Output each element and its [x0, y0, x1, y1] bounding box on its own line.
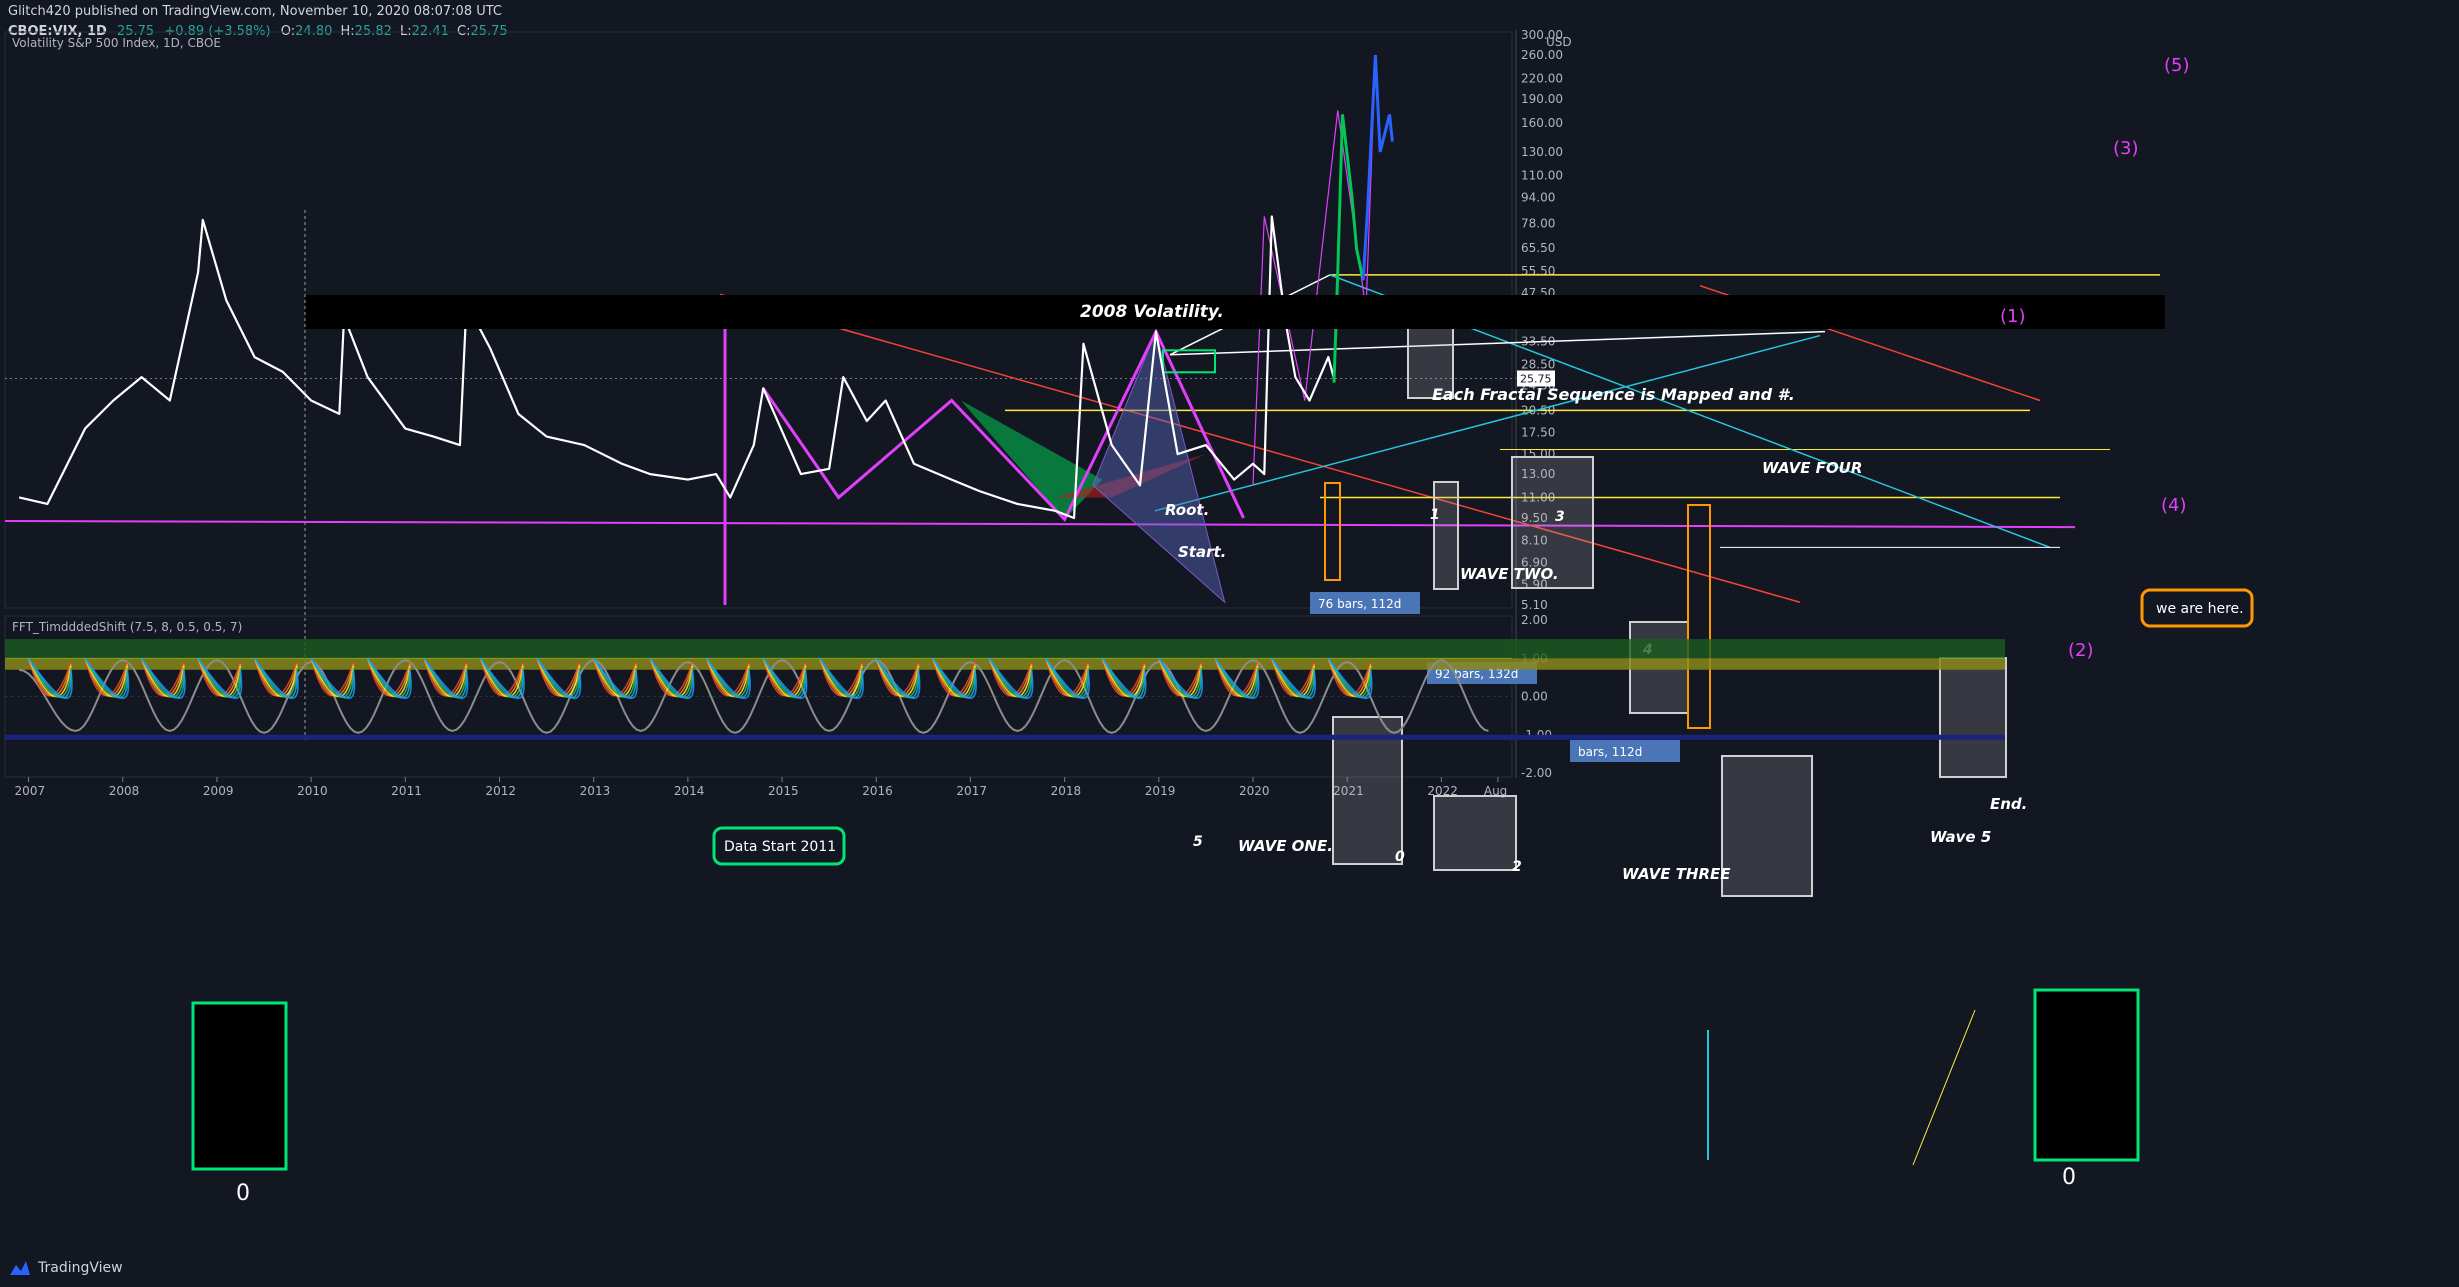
green-fractal-projection: [1332, 114, 1365, 383]
magenta-support-line: [4, 519, 2076, 529]
y-tick-label: 94.00: [1521, 190, 1555, 204]
x-tick-label: 2016: [862, 784, 893, 798]
y-tick-label: 55.50: [1521, 264, 1555, 278]
blue-fractal-projection: [1361, 54, 1394, 281]
num-1-label: 1: [1430, 507, 1440, 523]
num-0-label: 0: [1395, 849, 1405, 865]
volatility-2008-label: 2008 Volatility.: [1080, 302, 1224, 322]
x-tick-label: 2010: [297, 784, 328, 798]
wave-four-label: WAVE FOUR: [1762, 459, 1862, 477]
num-5-label: 5: [1193, 834, 1203, 850]
fractal-note: Each Fractal Sequence is Mapped and #.: [1432, 385, 1795, 404]
x-tick-label: 2020: [1239, 784, 1270, 798]
x-tick-label: 2014: [674, 784, 705, 798]
data-start-label: Data Start 2011: [724, 839, 836, 855]
volatility-2008-banner: [305, 295, 2165, 329]
osc-highlight-left: [191, 1001, 288, 1171]
y-tick-label: 28.50: [1521, 357, 1555, 371]
osc-zero-left: 0: [236, 1181, 250, 1206]
chart-canvas[interactable]: Volatility S&P 500 Index, 1D, CBOE FFT_Ti…: [0, 0, 2459, 1287]
wave-five-label: Wave 5: [1930, 828, 1991, 846]
p2-label: (2): [2068, 640, 2094, 661]
y-tick-label: 17.50: [1521, 426, 1555, 440]
bars-tag-2: bars, 112d: [1578, 745, 1642, 759]
y-tick-label: 220.00: [1521, 71, 1563, 85]
y-tick-label: 65.50: [1521, 241, 1555, 255]
root-label: Root.: [1165, 501, 1209, 519]
y-unit-label: USD: [1546, 35, 1572, 49]
x-tick-label: 2007: [15, 784, 46, 798]
x-tick-label: 2008: [109, 784, 140, 798]
y-tick-label: 160.00: [1521, 116, 1563, 130]
tradingview-logo-icon: [10, 1261, 30, 1275]
y-tick-label: 260.00: [1521, 48, 1563, 62]
osc-y-tick-label: 0.00: [1521, 690, 1548, 704]
tradingview-brand: TradingView: [38, 1260, 123, 1276]
wave-two-label: WAVE TWO.: [1460, 565, 1559, 583]
we-are-here-label: we are here.: [2156, 601, 2244, 617]
x-tick-label: 2015: [768, 784, 799, 798]
x-tick-label: 2009: [203, 784, 234, 798]
osc-y-tick-label: 2.00: [1521, 613, 1548, 627]
red-trendline: [719, 293, 1801, 604]
osc-green-area: [5, 639, 2005, 659]
x-tick-label: 2017: [956, 784, 987, 798]
end-label: End.: [1990, 795, 2027, 813]
green-triangle-wave: [961, 400, 1103, 520]
num-3-label: 3: [1555, 509, 1565, 525]
osc-yellow-marker: [1912, 1009, 1976, 1166]
osc-zero-right: 0: [2062, 1165, 2076, 1190]
osc-highlight-right: [2033, 988, 2140, 1162]
osc-blue-floor: [5, 734, 2005, 740]
y-tick-label: 78.00: [1521, 216, 1555, 230]
y-tick-label: 130.00: [1521, 145, 1563, 159]
p3-label: (3): [2113, 138, 2139, 159]
x-tick-label: 2011: [391, 784, 422, 798]
p1-label: (1): [2000, 306, 2026, 327]
bars-tag-0: 76 bars, 112d: [1318, 597, 1401, 611]
fractal-box-2: [1433, 795, 1517, 871]
fractal-box-6: [1939, 657, 2007, 778]
osc-y-tick-label: -2.00: [1521, 766, 1552, 780]
num-2-label: 2: [1512, 859, 1522, 875]
x-tick-label: 2019: [1145, 784, 1176, 798]
wave-three-label: WAVE THREE: [1622, 865, 1731, 883]
fractal-box-5: [1721, 755, 1813, 897]
x-tick-label: 2012: [485, 784, 516, 798]
wave-one-label: WAVE ONE.: [1238, 837, 1333, 855]
y-tick-label: 110.00: [1521, 168, 1563, 182]
x-tick-label: 2013: [580, 784, 611, 798]
p5-label: (5): [2164, 55, 2190, 76]
last-price-badge: 25.75: [1520, 372, 1552, 385]
main-chart-title: Volatility S&P 500 Index, 1D, CBOE: [12, 36, 221, 50]
x-tick-label: 2018: [1051, 784, 1082, 798]
oscillator-title: FFT_TimdddedShift (7.5, 8, 0.5, 0.5, 7): [12, 620, 242, 634]
y-tick-label: 5.10: [1521, 598, 1548, 612]
tradingview-footer[interactable]: TradingView: [8, 1256, 123, 1280]
orange-box-1: [1687, 504, 1711, 729]
y-tick-label: 190.00: [1521, 92, 1563, 106]
p4-label: (4): [2161, 495, 2187, 516]
start-label: Start.: [1178, 543, 1226, 561]
fractal-box-7: [1433, 481, 1459, 590]
